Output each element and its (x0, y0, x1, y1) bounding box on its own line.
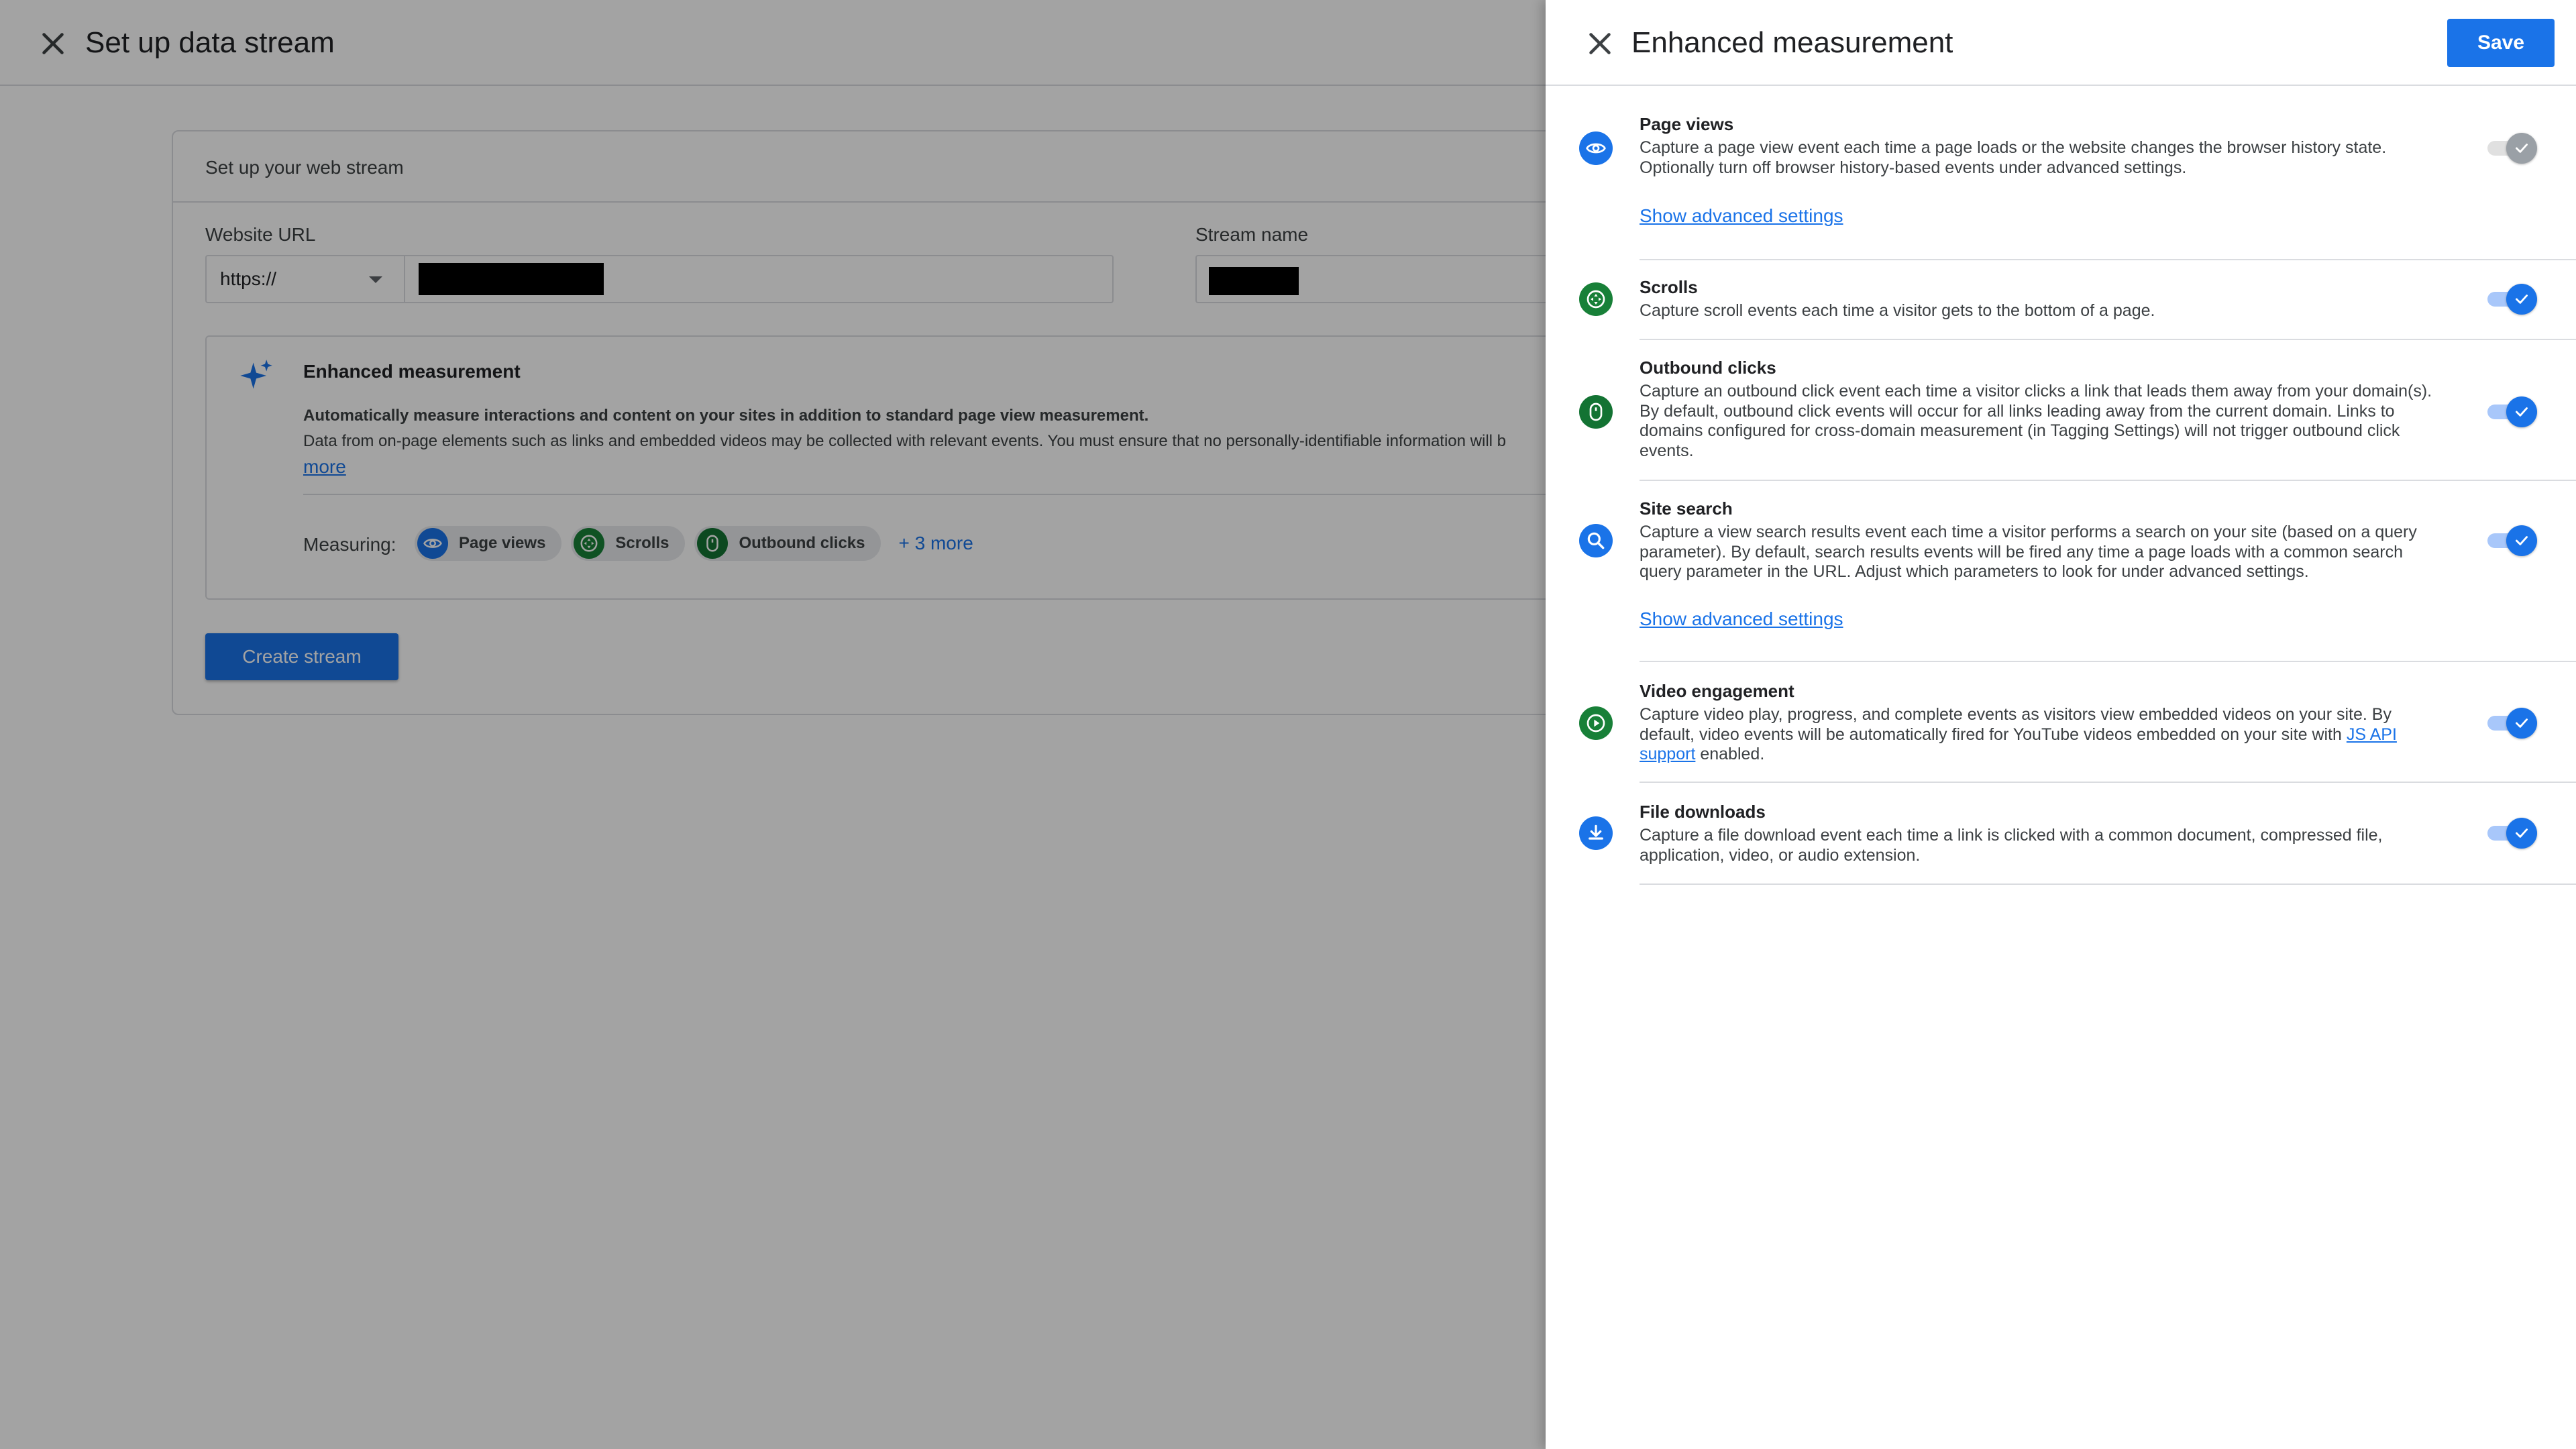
save-button[interactable]: Save (2447, 19, 2555, 67)
download-icon (1579, 816, 1613, 850)
panel-title: Enhanced measurement (1631, 26, 1953, 59)
site-search-toggle[interactable] (2487, 525, 2537, 556)
divider (1640, 339, 2576, 340)
page-views-toggle (2487, 133, 2537, 164)
video-engagement-toggle[interactable] (2487, 708, 2537, 739)
outbound-clicks-toggle[interactable] (2487, 396, 2537, 427)
toggle-knob (2506, 525, 2537, 556)
eye-icon (1579, 131, 1613, 165)
check-icon (2516, 536, 2528, 545)
setting-title: Page views (1640, 114, 1734, 134)
setting-title: Scrolls (1640, 277, 1698, 297)
setting-description: Capture scroll events each time a visito… (1640, 301, 2155, 320)
setting-description: Capture a page view event each time a pa… (1640, 138, 2387, 177)
description-text: enabled. (1695, 745, 1765, 763)
description-text: Capture video play, progress, and comple… (1640, 705, 2392, 744)
divider (1640, 883, 2576, 885)
file-downloads-toggle[interactable] (2487, 818, 2537, 849)
setting-description: Capture an outbound click event each tim… (1640, 382, 2432, 460)
setting-title: File downloads (1640, 802, 1766, 822)
check-icon (2516, 828, 2528, 838)
toggle-knob (2506, 708, 2537, 739)
setting-title: Video engagement (1640, 681, 1794, 701)
check-icon (2516, 407, 2528, 417)
check-icon (2516, 718, 2528, 728)
setting-description: Capture video play, progress, and comple… (1640, 705, 2438, 765)
divider (1640, 782, 2576, 783)
mouse-icon (1579, 395, 1613, 429)
enhanced-measurement-panel: Enhanced measurement Save Page views Cap… (1546, 0, 2576, 1449)
scroll-arrows-icon (1579, 282, 1613, 316)
toggle-knob (2506, 284, 2537, 315)
scrolls-toggle[interactable] (2487, 284, 2537, 315)
toggle-knob (2506, 133, 2537, 164)
panel-header: Enhanced measurement Save (1546, 0, 2576, 86)
setting-description: Capture a view search results event each… (1640, 523, 2417, 581)
setting-title: Site search (1640, 498, 1733, 519)
divider (1640, 480, 2576, 481)
close-icon[interactable] (1582, 25, 1618, 62)
check-icon (2516, 294, 2528, 304)
toggle-knob (2506, 396, 2537, 427)
divider (1640, 661, 2576, 662)
setting-title: Outbound clicks (1640, 358, 1776, 378)
search-icon (1579, 524, 1613, 557)
show-advanced-settings-link[interactable]: Show advanced settings (1640, 205, 1843, 227)
setting-description: Capture a file download event each time … (1640, 826, 2383, 865)
check-icon (2516, 144, 2528, 153)
show-advanced-settings-link[interactable]: Show advanced settings (1640, 608, 1843, 630)
toggle-knob (2506, 818, 2537, 849)
play-icon (1579, 706, 1613, 740)
divider (1640, 259, 2576, 260)
